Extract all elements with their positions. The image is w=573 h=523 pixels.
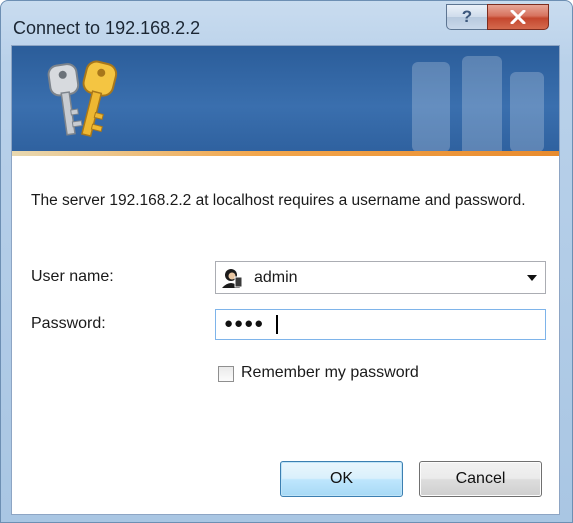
help-icon: ? [461,7,473,26]
banner-accent-strip [12,151,559,156]
password-label: Password: [31,315,106,332]
banner [12,46,559,156]
chevron-down-icon[interactable] [527,275,537,281]
username-combobox[interactable]: admin [215,261,546,294]
window-title: Connect to 192.168.2.2 [13,18,201,38]
remember-password-label[interactable]: Remember my password [241,364,419,382]
username-label: User name: [31,268,114,285]
ok-button[interactable]: OK [280,461,403,497]
auth-message: The server 192.168.2.2 at localhost requ… [31,192,526,209]
password-field[interactable]: ●●●● [215,309,546,340]
help-button[interactable]: ? [446,4,488,30]
close-icon [510,10,526,24]
close-button[interactable] [487,4,549,30]
keys-icon [47,60,118,137]
title-bar[interactable]: Connect to 192.168.2.2 ? [1,1,572,45]
cancel-button[interactable]: Cancel [419,461,542,497]
remember-password-checkbox[interactable] [218,366,234,382]
login-dialog-window: Connect to 192.168.2.2 ? The server 192.… [0,0,573,523]
user-account-icon [222,269,243,288]
dialog-body: The server 192.168.2.2 at localhost requ… [11,45,560,515]
keys-watermark-icon [412,56,544,156]
username-value: admin [254,269,298,286]
password-masked-value: ●●●● [224,315,265,332]
text-caret [276,315,278,334]
